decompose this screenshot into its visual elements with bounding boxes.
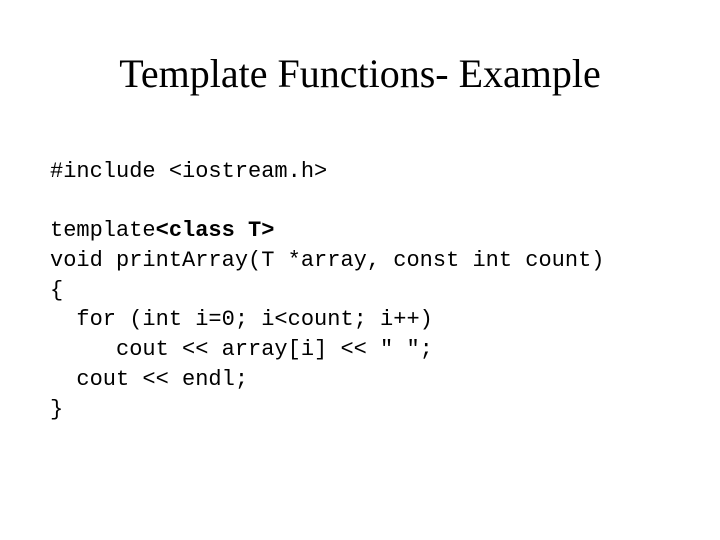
code-line-2-pre: template (50, 218, 156, 243)
code-line-1: #include <iostream.h> (50, 159, 327, 184)
code-line-3: void printArray(T *array, const int coun… (50, 248, 605, 273)
code-line-8: } (50, 397, 63, 422)
slide-title: Template Functions- Example (50, 50, 670, 97)
code-line-2-bold: <class T> (156, 218, 275, 243)
code-line-7: cout << endl; (50, 367, 248, 392)
slide: Template Functions- Example #include <io… (0, 0, 720, 540)
code-block: #include <iostream.h> template<class T> … (50, 157, 670, 424)
code-line-5: for (int i=0; i<count; i++) (50, 307, 433, 332)
code-line-6: cout << array[i] << " "; (50, 337, 433, 362)
code-line-4: { (50, 278, 63, 303)
